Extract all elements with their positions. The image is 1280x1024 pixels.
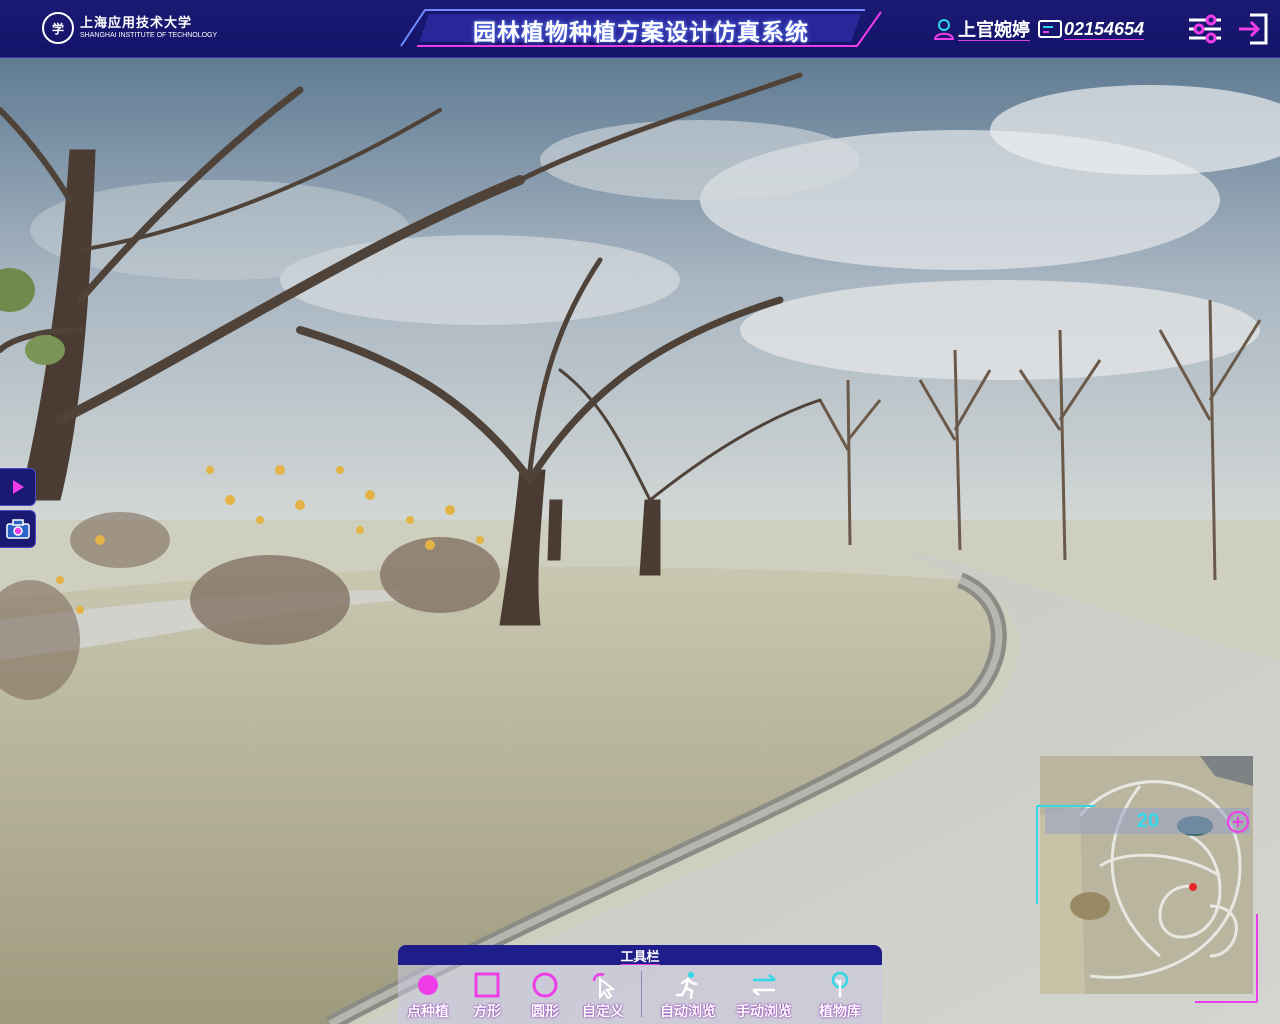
logout-button[interactable] <box>1234 10 1272 48</box>
minimap[interactable] <box>1040 756 1253 994</box>
school-seal-icon: 学 <box>42 12 74 44</box>
school-name-en: SHANGHAI INSTITUTE OF TECHNOLOGY <box>80 31 218 39</box>
id-card-icon <box>1036 15 1064 43</box>
camera-icon <box>5 519 30 539</box>
top-header: 学 上海应用技术大学 SHANGHAI INSTITUTE OF TECHNOL… <box>0 0 1280 58</box>
minimap-map <box>1040 756 1253 994</box>
circle-icon <box>515 971 575 999</box>
filled-circle-icon <box>398 971 458 999</box>
student-id: 02154654 <box>1064 18 1145 39</box>
logout-icon <box>1239 13 1268 45</box>
swap-arrows-icon <box>734 971 794 999</box>
toolbar-body: 点种植 方形 圆形 自定义 自动浏览 手动浏览 植物库 <box>398 965 882 1024</box>
sliders-icon <box>1189 14 1221 44</box>
plant-library-tool[interactable]: 植物库 <box>810 969 870 1021</box>
custom-tool[interactable]: 自定义 <box>573 969 633 1021</box>
user-icon <box>930 15 958 43</box>
title-plate: 园林植物种植方案设计仿真系统 <box>395 6 887 50</box>
pointer-icon <box>573 971 633 999</box>
school-name-cn: 上海应用技术大学 <box>80 15 193 31</box>
settings-button[interactable] <box>1186 10 1224 48</box>
minimap-zoom-value: 20 <box>1136 810 1160 832</box>
user-info: 上官婉婷 02154654 <box>930 13 1144 45</box>
circle-tool[interactable]: 圆形 <box>515 969 575 1021</box>
user-name: 上官婉婷 <box>958 20 1030 41</box>
toolbar-title: 工具栏 <box>620 950 660 965</box>
camera-button[interactable] <box>0 510 36 548</box>
player-position-marker <box>1189 883 1197 891</box>
play-button[interactable] <box>0 468 36 506</box>
minimap-zoom-in-button[interactable]: + <box>1227 811 1249 833</box>
tree-icon <box>810 971 870 999</box>
auto-browse-tool[interactable]: 自动浏览 <box>658 969 718 1021</box>
point-plant-tool[interactable]: 点种植 <box>398 969 458 1021</box>
running-person-icon <box>658 971 718 999</box>
square-icon <box>457 971 517 999</box>
app-title: 园林植物种植方案设计仿真系统 <box>473 20 809 46</box>
toolbar-header: 工具栏 <box>398 945 882 965</box>
toolbar: 工具栏 点种植 方形 圆形 自定义 自动浏览 手动浏览 植物库 <box>398 945 882 1024</box>
play-icon <box>12 480 24 494</box>
toolbar-separator <box>641 971 642 1017</box>
school-logo: 学 上海应用技术大学 SHANGHAI INSTITUTE OF TECHNOL… <box>42 8 217 48</box>
manual-browse-tool[interactable]: 手动浏览 <box>734 969 794 1021</box>
square-tool[interactable]: 方形 <box>457 969 517 1021</box>
